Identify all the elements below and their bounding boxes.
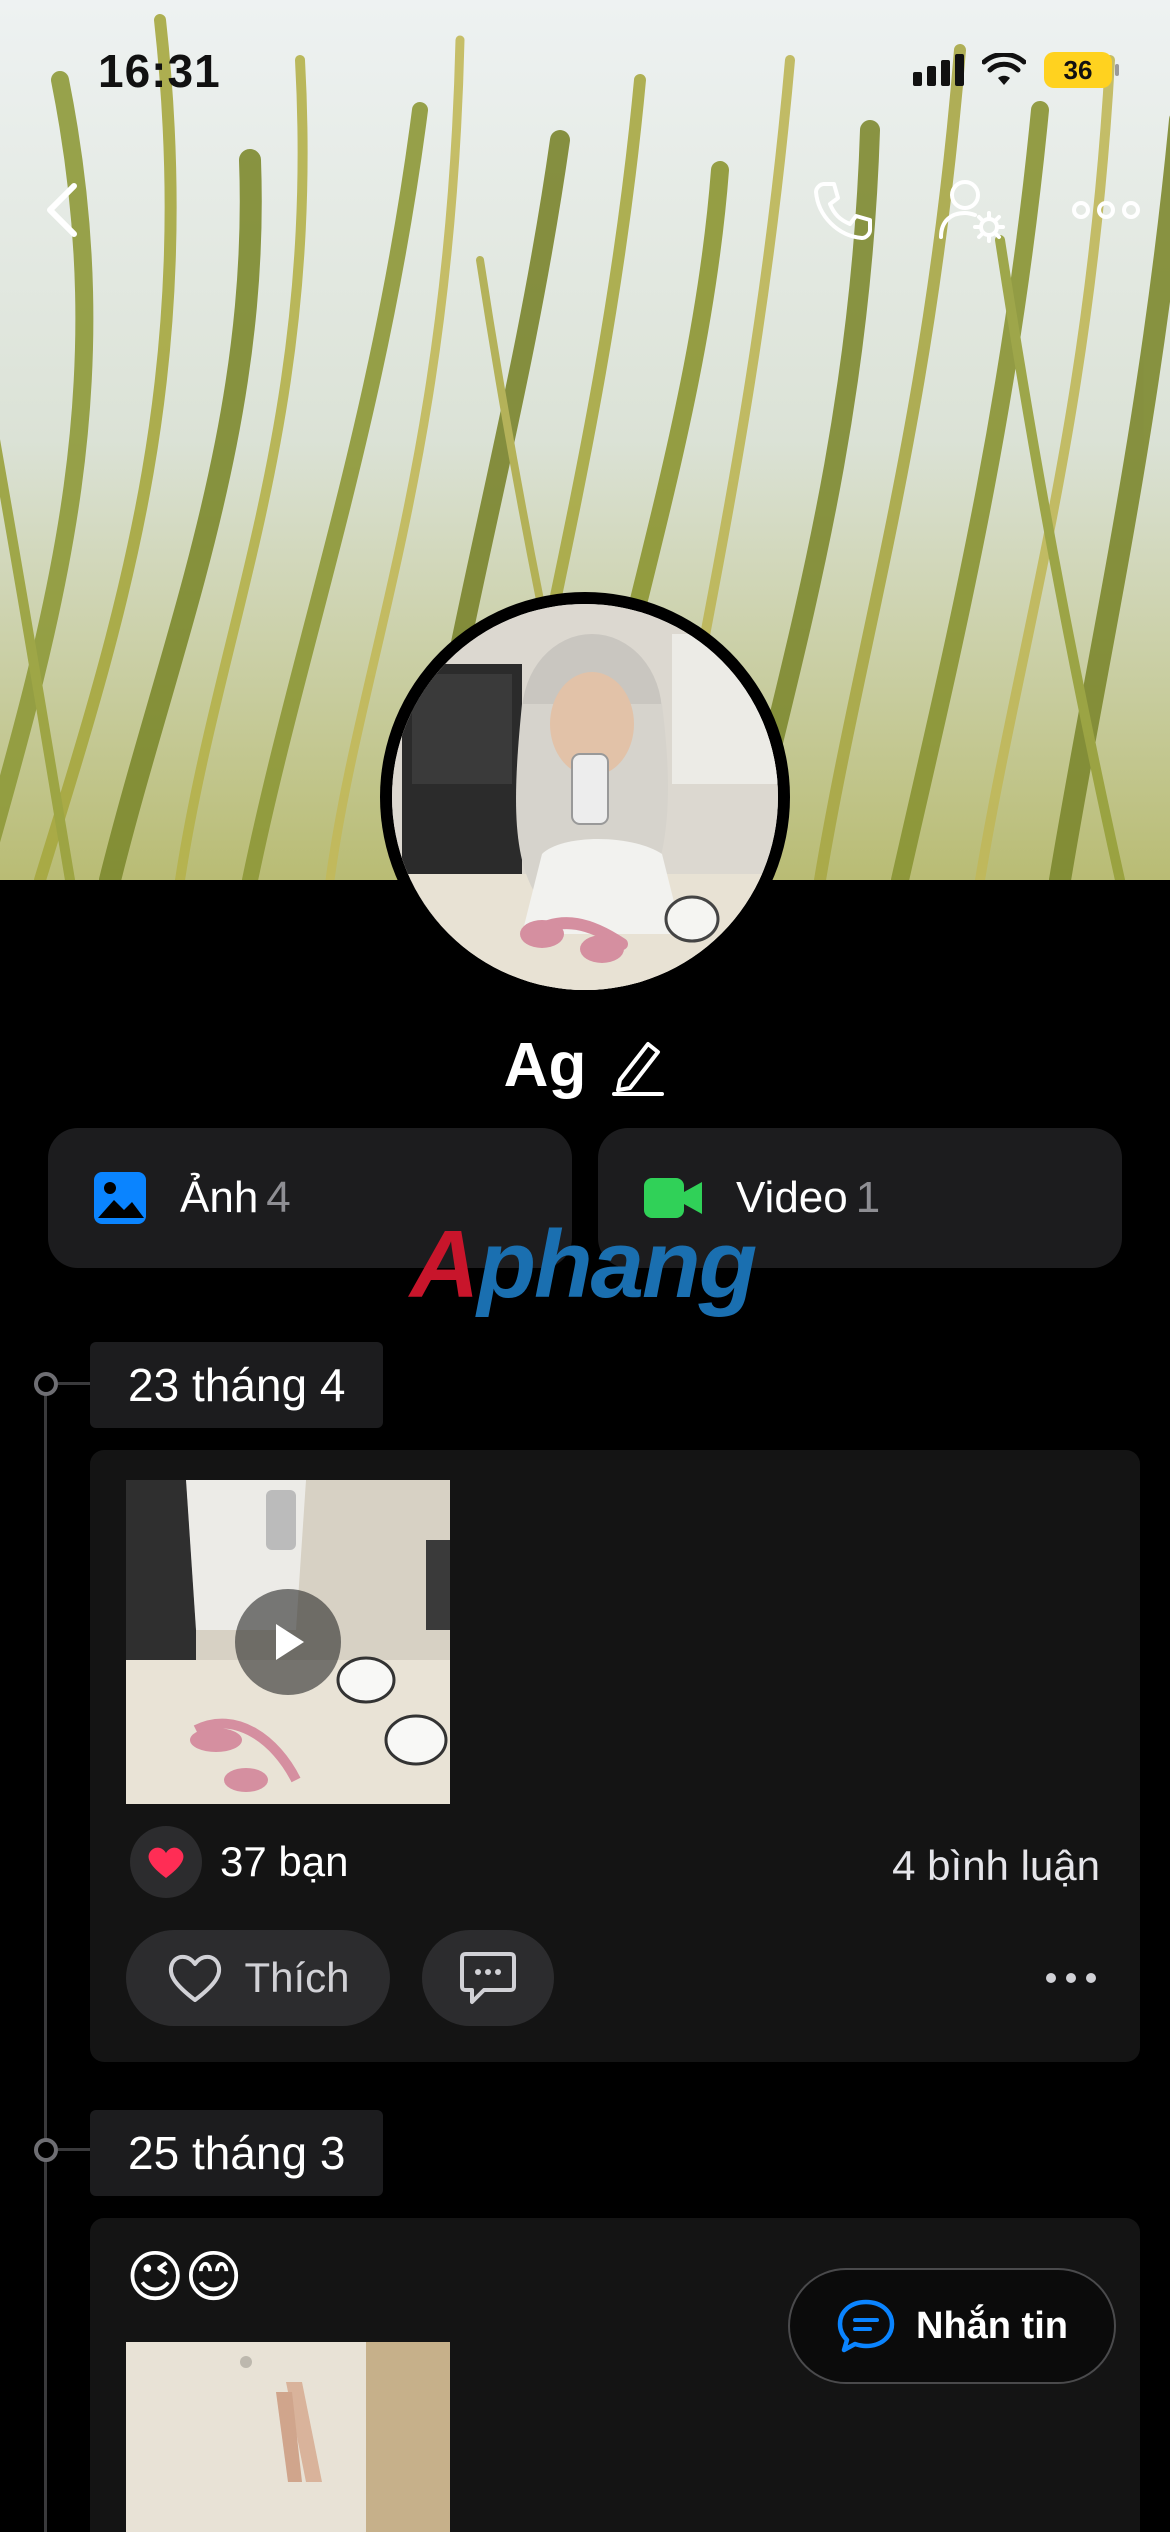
status-time: 16:31 xyxy=(98,45,221,97)
timeline-tick xyxy=(58,1382,92,1385)
heart-filled-icon xyxy=(148,1847,184,1878)
battery-level: 36 xyxy=(1063,54,1093,85)
photo-thumbnail[interactable] xyxy=(126,2342,450,2532)
more-options-button[interactable] xyxy=(1066,170,1146,250)
post-more-button[interactable] xyxy=(1046,1973,1096,1983)
photos-label: Ảnh xyxy=(180,1173,259,1222)
more-horizontal-icon xyxy=(1072,201,1140,219)
timeline-dot xyxy=(34,2138,58,2162)
call-button[interactable] xyxy=(802,170,882,250)
edit-pencil-icon[interactable] xyxy=(610,1036,666,1096)
comments-count[interactable]: 4 bình luận xyxy=(892,1842,1100,1890)
watermark-logo: Aphang xyxy=(410,1210,757,1320)
play-icon xyxy=(276,1624,304,1660)
avatar-photo xyxy=(392,604,778,990)
timeline-line xyxy=(44,1385,47,2532)
photo-icon xyxy=(94,1172,146,1224)
phone-icon xyxy=(814,182,872,240)
post-card: 37 bạn 4 bình luận Thích xyxy=(90,1450,1140,2062)
wifi-icon xyxy=(982,53,1026,85)
chevron-left-icon xyxy=(47,183,77,237)
video-thumbnail[interactable] xyxy=(126,1480,450,1804)
post-date: 23 tháng 4 xyxy=(90,1342,384,1428)
timeline-tick xyxy=(58,2148,92,2151)
likes-count: 37 bạn xyxy=(220,1838,349,1885)
user-settings-icon xyxy=(939,180,1005,243)
play-button[interactable] xyxy=(235,1589,341,1695)
back-button[interactable] xyxy=(22,170,102,250)
comment-bubble-icon xyxy=(460,1952,516,2004)
photos-count: 4 xyxy=(266,1173,291,1222)
profile-screen: 16:31 36 Ag Ảnh 4 Video 1 Aphang 23 thán… xyxy=(0,0,1170,2532)
comment-button[interactable] xyxy=(422,1930,554,2026)
avatar[interactable] xyxy=(380,592,790,1002)
send-message-label: Nhắn tin xyxy=(916,2304,1068,2347)
heart-outline-icon xyxy=(169,1954,222,2002)
profile-name: Ag xyxy=(503,1031,587,1100)
watermark-part1: A xyxy=(410,1211,479,1318)
heart-reaction-badge xyxy=(130,1826,202,1898)
reaction-summary[interactable]: 37 bạn xyxy=(130,1826,348,1898)
battery-icon: 36 xyxy=(1044,52,1119,88)
watermark-part2: phang xyxy=(477,1211,757,1318)
status-icons: 36 xyxy=(913,52,1119,88)
post-caption: 😉😊 xyxy=(126,2245,243,2308)
profile-name-row: Ag xyxy=(0,1030,1170,1101)
videos-count: 1 xyxy=(855,1173,881,1222)
cellular-signal-icon xyxy=(913,54,964,86)
send-message-button[interactable]: Nhắn tin xyxy=(788,2268,1116,2384)
post-date: 25 tháng 3 xyxy=(90,2110,384,2196)
chat-bubble-icon xyxy=(837,2299,895,2353)
like-label: Thích xyxy=(244,1954,350,2001)
timeline-dot xyxy=(34,1372,58,1396)
photo-thumbnail-illustration xyxy=(126,2342,450,2532)
like-button[interactable]: Thích xyxy=(126,1930,390,2026)
avatar-illustration xyxy=(392,604,778,990)
profile-settings-button[interactable] xyxy=(932,170,1012,250)
